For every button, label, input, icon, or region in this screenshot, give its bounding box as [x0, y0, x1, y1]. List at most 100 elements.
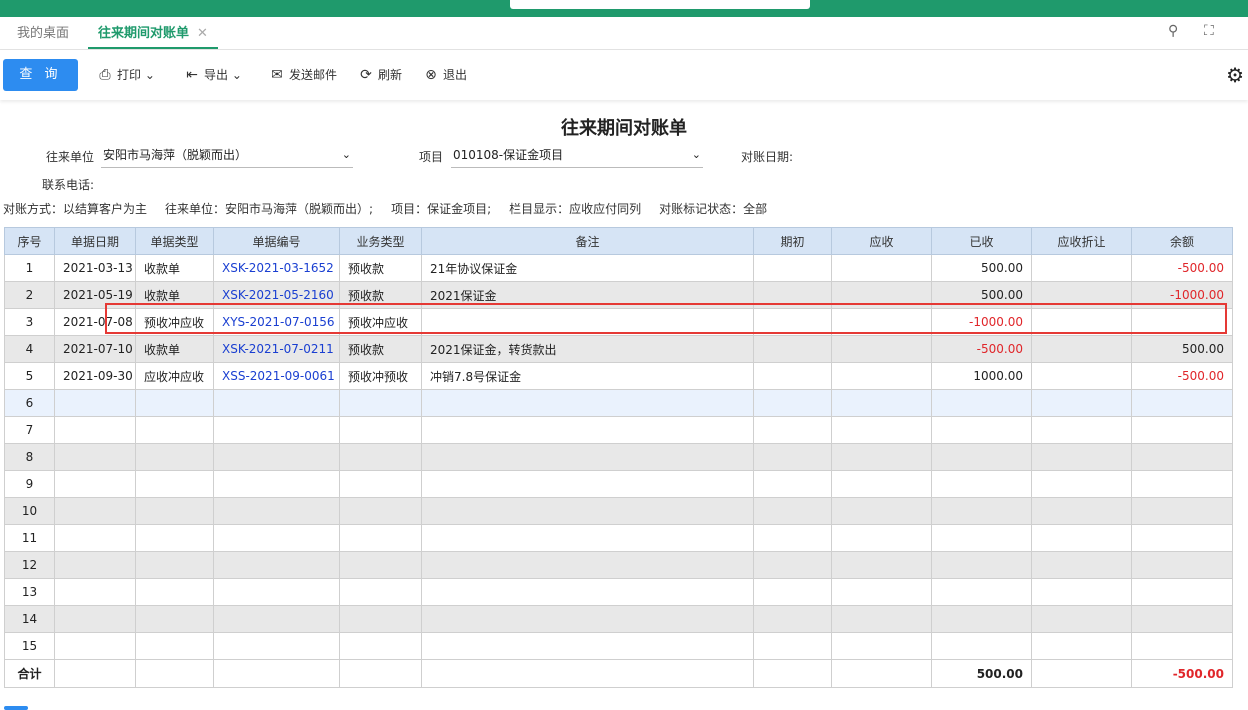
info-item: 对账方式：以结算客户为主	[3, 202, 148, 216]
cell-discount	[1031, 254, 1132, 282]
phone-label: 联系电话:	[42, 178, 95, 192]
cell-discount	[1031, 362, 1132, 390]
unit-label: 往来单位	[46, 150, 95, 164]
query-button[interactable]: 查 询	[3, 59, 78, 91]
cell-balance	[1131, 308, 1233, 336]
cell-no: 12	[4, 551, 55, 579]
info-item: 对账标记状态：全部	[659, 202, 768, 216]
table-row[interactable]: 14	[4, 605, 1233, 633]
unit-select[interactable]: 安阳市马海萍（脱颖而出） ⌄	[101, 144, 353, 168]
cell-discount	[1031, 281, 1132, 309]
cell-no: 2	[4, 281, 55, 309]
cell-note	[421, 308, 754, 336]
pager-indicator[interactable]	[4, 706, 28, 710]
chevron-down-icon: ⌄	[691, 148, 701, 161]
table-row[interactable]: 11	[4, 524, 1233, 552]
toolbar: 查 询 ⎙ 打印 ⌄ ⇤ 导出 ⌄ ✉ 发送邮件 ⟳ 刷新 ⊗ 退出 ⚙	[0, 50, 1248, 100]
table-row[interactable]: 3 2021-07-08 预收冲应收 XYS-2021-07-0156 预收冲应…	[4, 308, 1233, 336]
cell-balance: 500.00	[1131, 335, 1233, 363]
table-row[interactable]: 1 2021-03-13 收款单 XSK-2021-03-1652 预收款 21…	[4, 254, 1233, 282]
table-row[interactable]: 15	[4, 632, 1233, 660]
cell-received: -500.00	[931, 335, 1032, 363]
col-header[interactable]: 期初	[753, 227, 832, 255]
cell-balance: -500.00	[1131, 254, 1233, 282]
col-header[interactable]: 单据类型	[135, 227, 214, 255]
global-search-input[interactable]	[510, 0, 810, 9]
send-email-button[interactable]: ✉ 发送邮件	[269, 66, 337, 84]
cell-date: 2021-07-10	[54, 335, 136, 363]
cell-type: 收款单	[135, 335, 214, 363]
cell-date: 2021-07-08	[54, 308, 136, 336]
cell-received: 500.00	[931, 254, 1032, 282]
col-header[interactable]: 单据编号	[213, 227, 340, 255]
print-label: 打印	[117, 68, 142, 82]
project-label: 项目	[419, 150, 444, 164]
col-header[interactable]: 备注	[421, 227, 754, 255]
refresh-icon: ⟳	[360, 67, 372, 83]
gear-icon[interactable]: ⚙	[1226, 63, 1244, 87]
table-row[interactable]: 8	[4, 443, 1233, 471]
cell-code-link[interactable]: XSK-2021-03-1652	[213, 254, 340, 282]
col-header[interactable]: 余额	[1131, 227, 1233, 255]
cell-opening	[753, 254, 832, 282]
mail-icon: ✉	[271, 67, 283, 83]
tab-label: 往来期间对账单	[98, 26, 190, 41]
cell-no: 6	[4, 389, 55, 417]
col-header[interactable]: 已收	[931, 227, 1032, 255]
chevron-down-icon: ⌄	[141, 68, 155, 82]
col-header[interactable]: 序号	[4, 227, 55, 255]
total-label: 合计	[4, 659, 55, 688]
cell-note: 冲销7.8号保证金	[421, 362, 754, 390]
project-select[interactable]: 010108-保证金项目 ⌄	[451, 144, 703, 168]
fullscreen-icon[interactable]: ⛶	[1204, 23, 1214, 39]
table-row[interactable]: 2 2021-05-19 收款单 XSK-2021-05-2160 预收款 20…	[4, 281, 1233, 309]
unit-value: 安阳市马海萍（脱颖而出）	[103, 148, 248, 162]
cell-code-link[interactable]: XYS-2021-07-0156	[213, 308, 340, 336]
project-value: 010108-保证金项目	[453, 148, 564, 162]
col-header[interactable]: 应收	[831, 227, 932, 255]
exit-icon: ⊗	[425, 67, 437, 83]
exit-button[interactable]: ⊗ 退出	[423, 66, 467, 84]
tab-my-desktop[interactable]: 我的桌面	[17, 17, 69, 49]
app-header	[0, 0, 1248, 17]
cell-type: 收款单	[135, 281, 214, 309]
table-row[interactable]: 12	[4, 551, 1233, 579]
export-label: 导出	[204, 68, 229, 82]
cell-opening	[753, 335, 832, 363]
cell-no: 14	[4, 605, 55, 633]
cell-receivable	[831, 308, 932, 336]
cell-code-link[interactable]: XSK-2021-07-0211	[213, 335, 340, 363]
refresh-label: 刷新	[378, 68, 403, 82]
cell-biz: 预收冲应收	[339, 308, 422, 336]
cell-balance: -500.00	[1131, 362, 1233, 390]
cell-code-link[interactable]: XSK-2021-05-2160	[213, 281, 340, 309]
search-icon[interactable]: ⚲	[1168, 23, 1178, 39]
table-row[interactable]: 4 2021-07-10 收款单 XSK-2021-07-0211 预收款 20…	[4, 335, 1233, 363]
cell-receivable	[831, 254, 932, 282]
col-header[interactable]: 业务类型	[339, 227, 422, 255]
send-email-label: 发送邮件	[289, 68, 338, 82]
table-row[interactable]: 13	[4, 578, 1233, 606]
col-header[interactable]: 应收折让	[1031, 227, 1132, 255]
tab-statement[interactable]: 往来期间对账单 ✕	[88, 17, 218, 49]
table-row[interactable]: 6	[4, 389, 1233, 417]
cell-note: 2021保证金	[421, 281, 754, 309]
statement-table: 序号 单据日期 单据类型 单据编号 业务类型 备注 期初 应收 已收 应收折让 …	[4, 227, 1233, 688]
table-row[interactable]: 10	[4, 497, 1233, 525]
date-label: 对账日期:	[741, 150, 794, 164]
export-button[interactable]: ⇤ 导出 ⌄	[184, 66, 242, 84]
cell-no: 11	[4, 524, 55, 552]
table-row[interactable]: 7	[4, 416, 1233, 444]
cell-biz: 预收款	[339, 335, 422, 363]
cell-opening	[753, 362, 832, 390]
close-icon[interactable]: ✕	[197, 26, 208, 41]
print-button[interactable]: ⎙ 打印 ⌄	[97, 66, 155, 84]
table-row[interactable]: 5 2021-09-30 应收冲应收 XSS-2021-09-0061 预收冲预…	[4, 362, 1233, 390]
refresh-button[interactable]: ⟳ 刷新	[358, 66, 402, 84]
cell-no: 10	[4, 497, 55, 525]
cell-discount	[1031, 308, 1132, 336]
info-item: 项目：保证金项目;	[391, 202, 492, 216]
col-header[interactable]: 单据日期	[54, 227, 136, 255]
cell-code-link[interactable]: XSS-2021-09-0061	[213, 362, 340, 390]
table-row[interactable]: 9	[4, 470, 1233, 498]
